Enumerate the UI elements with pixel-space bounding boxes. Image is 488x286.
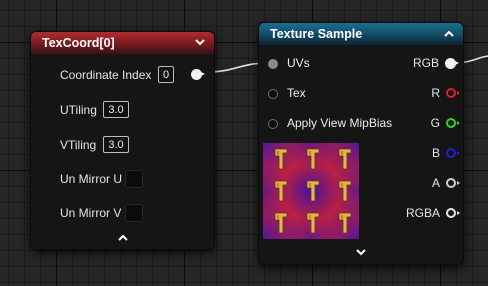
texcoord-output-pin[interactable] — [191, 69, 205, 80]
uvs-input-pin[interactable] — [268, 59, 278, 69]
tex-input-label: Tex — [287, 86, 306, 100]
un-mirror-v-label: Un Mirror V — [60, 206, 122, 220]
texture-preview — [263, 143, 359, 239]
texture-glyph — [274, 148, 288, 170]
coordinate-index-label: Coordinate Index — [60, 68, 152, 82]
texture-sample-node-header[interactable]: Texture Sample — [259, 23, 463, 45]
texture-glyph — [306, 180, 320, 202]
chevron-down-icon[interactable] — [193, 36, 207, 50]
texcoord-node[interactable]: TexCoord[0] Coordinate Index 0 UTiling 3… — [30, 31, 215, 250]
texture-glyph — [274, 212, 288, 234]
output-rgb-label: RGB — [412, 56, 439, 70]
utiling-label: UTiling — [60, 103, 97, 117]
vtiling-label: VTiling — [60, 138, 97, 152]
texcoord-collapse-button[interactable] — [31, 228, 214, 246]
uvs-input-label: UVs — [287, 56, 310, 70]
property-row-coordinate-index: Coordinate Index 0 — [31, 65, 214, 85]
output-r[interactable]: R — [431, 86, 460, 100]
r-output-pin[interactable] — [446, 88, 460, 98]
output-rgba[interactable]: RGBA — [405, 206, 460, 220]
output-r-label: R — [431, 86, 440, 100]
texcoord-node-header[interactable]: TexCoord[0] — [31, 32, 214, 54]
coordinate-index-field[interactable]: 0 — [158, 66, 174, 83]
texture-glyph — [338, 212, 352, 234]
texcoord-node-title: TexCoord[0] — [42, 35, 115, 50]
output-b[interactable]: B — [431, 146, 460, 160]
output-g[interactable]: G — [430, 116, 460, 130]
output-rgba-label: RGBA — [405, 206, 440, 220]
b-output-pin[interactable] — [446, 148, 460, 158]
texture-sample-node[interactable]: Texture Sample UVs Tex Apply View MipBia… — [258, 22, 464, 265]
output-a-label: A — [431, 176, 440, 190]
texture-glyph — [306, 212, 320, 234]
rgba-output-pin[interactable] — [446, 208, 460, 218]
output-g-label: G — [430, 116, 440, 130]
utiling-field[interactable]: 3.0 — [103, 101, 129, 118]
output-rgb[interactable]: RGB — [412, 56, 459, 70]
rgb-output-pin[interactable] — [445, 57, 459, 69]
texture-sample-node-title: Texture Sample — [270, 26, 363, 41]
tex-input-pin[interactable] — [268, 89, 278, 99]
property-row-vtiling: VTiling 3.0 — [31, 135, 214, 155]
property-row-un-mirror-u: Un Mirror U — [31, 169, 214, 189]
output-a[interactable]: A — [431, 176, 460, 190]
property-row-un-mirror-v: Un Mirror V — [31, 203, 214, 223]
texture-glyph — [306, 148, 320, 170]
texture-sample-expand-button[interactable] — [259, 243, 463, 261]
un-mirror-v-checkbox[interactable] — [125, 204, 143, 222]
un-mirror-u-label: Un Mirror U — [60, 172, 122, 186]
un-mirror-u-checkbox[interactable] — [125, 170, 143, 188]
chevron-up-icon[interactable] — [117, 228, 128, 246]
g-output-pin[interactable] — [446, 118, 460, 128]
texture-glyph — [274, 180, 288, 202]
texture-glyph — [338, 180, 352, 202]
chevron-down-icon[interactable] — [356, 243, 366, 261]
texture-glyph — [338, 148, 352, 170]
vtiling-field[interactable]: 3.0 — [103, 136, 129, 153]
output-b-label: B — [431, 146, 440, 160]
apply-view-mipbias-input-label: Apply View MipBias — [287, 116, 393, 130]
apply-view-mipbias-input-pin[interactable] — [268, 119, 278, 129]
a-output-pin[interactable] — [446, 178, 460, 188]
chevron-up-icon[interactable] — [442, 27, 456, 41]
property-row-utiling: UTiling 3.0 — [31, 100, 214, 120]
